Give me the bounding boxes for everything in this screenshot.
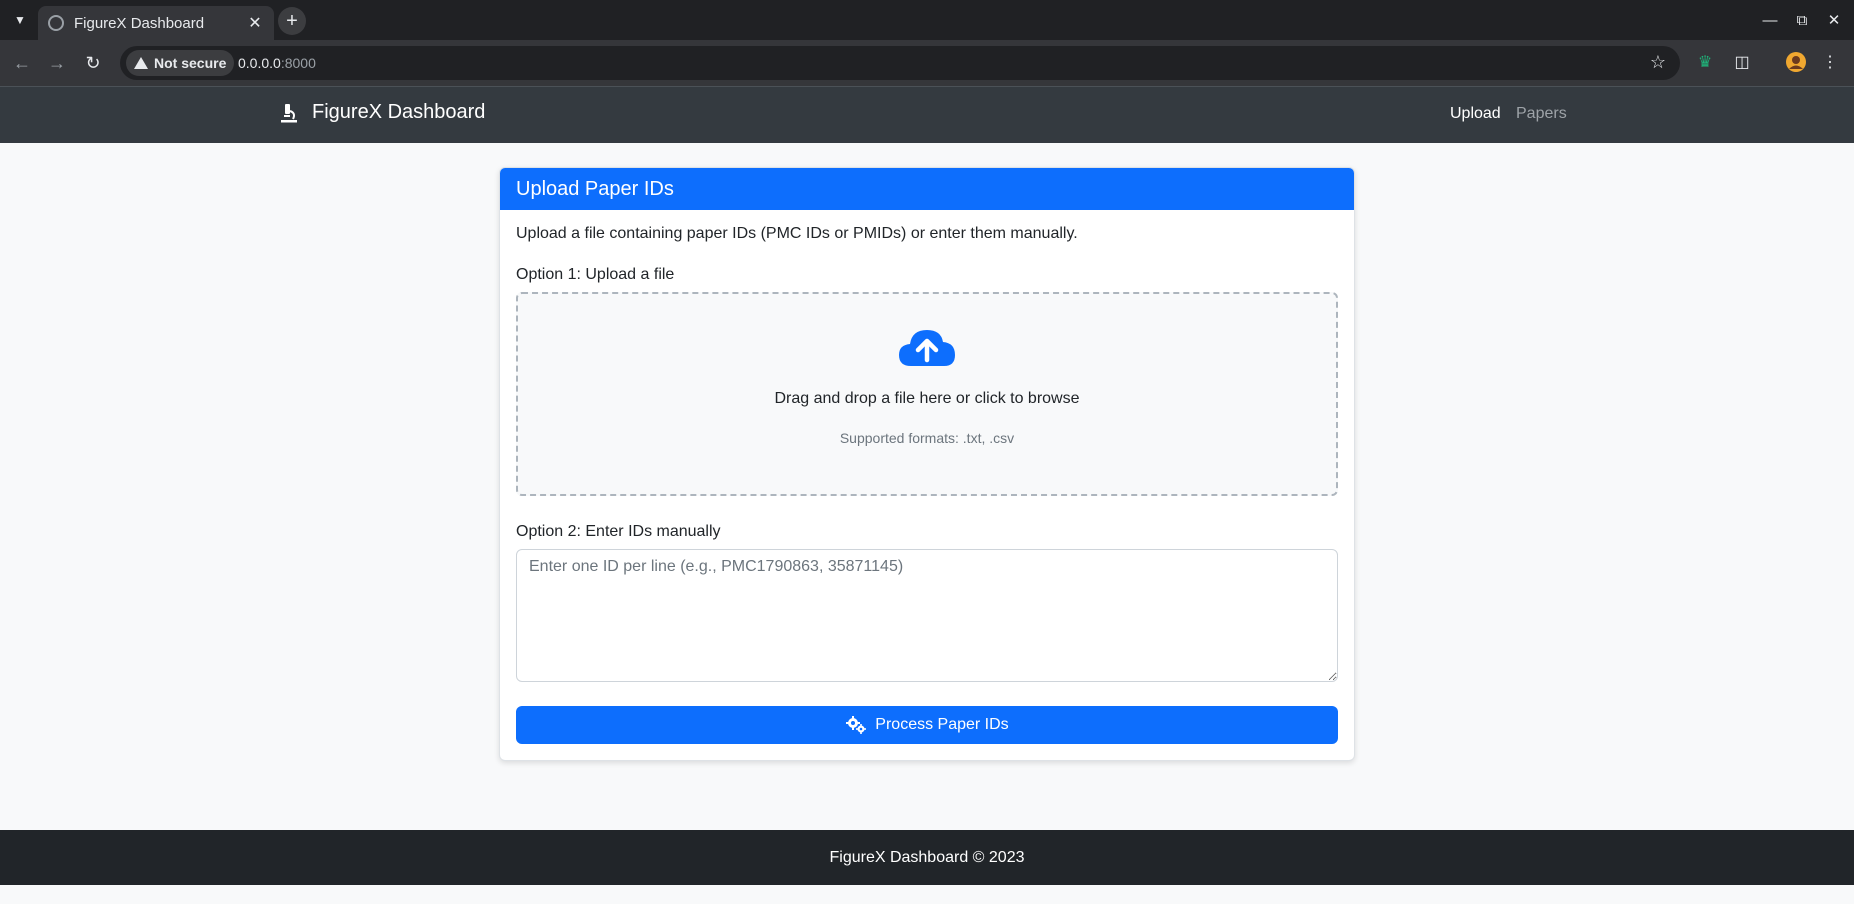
tab-title: FigureX Dashboard: [74, 14, 205, 32]
minimize-icon[interactable]: —: [1758, 8, 1782, 32]
puzzle-icon[interactable]: ◫: [1730, 50, 1754, 74]
option2-label: Option 2: Enter IDs manually: [516, 523, 721, 540]
close-icon[interactable]: ✕: [246, 13, 264, 33]
page-footer: FigureX Dashboard © 2023: [0, 830, 1854, 885]
brand-title: FigureX Dashboard: [312, 101, 486, 123]
url-port: :8000: [280, 55, 316, 71]
bookmark-star-icon[interactable]: ☆: [1650, 52, 1666, 73]
profile-avatar-icon[interactable]: [1784, 50, 1808, 74]
card-title: Upload Paper IDs: [500, 168, 1354, 210]
card-body: Upload a file containing paper IDs (PMC …: [500, 210, 1354, 744]
upload-card: Upload Paper IDs Upload a file containin…: [499, 167, 1355, 761]
browser-toolbar: ← → ↻ Not secure 0.0.0.0:8000 ☆: [0, 40, 1854, 86]
warning-icon: [134, 57, 148, 69]
url-host: 0.0.0.0: [238, 55, 281, 71]
brand-link[interactable]: FigureX Dashboard: [278, 101, 485, 124]
footer-text: FigureX Dashboard © 2023: [829, 849, 1025, 866]
security-chip[interactable]: Not secure: [126, 50, 235, 76]
supported-formats-text: Supported formats: .txt, .csv: [839, 430, 1015, 446]
option1-label: Option 1: Upload a file: [516, 266, 675, 283]
window-close-icon[interactable]: ✕: [1822, 8, 1846, 32]
browser-tabstrip: ▼ FigureX Dashboard ✕ + — ⧉ ✕: [0, 0, 1854, 40]
tab-search-chevron-icon[interactable]: ▼: [8, 8, 32, 32]
security-label: Not secure: [154, 55, 227, 71]
extension-icon[interactable]: ♛: [1693, 50, 1717, 74]
intro-text: Upload a file containing paper IDs (PMC …: [516, 225, 1078, 242]
url-text[interactable]: 0.0.0.0:8000: [238, 55, 316, 71]
nav-link-upload[interactable]: Upload: [1450, 105, 1501, 123]
new-tab-button[interactable]: +: [278, 7, 306, 35]
menu-kebab-icon[interactable]: ⋮: [1818, 50, 1842, 74]
restore-icon[interactable]: ⧉: [1790, 8, 1814, 32]
paper-ids-textarea[interactable]: [516, 549, 1338, 682]
forward-arrow-icon[interactable]: →: [44, 50, 70, 76]
process-paper-ids-button[interactable]: Process Paper IDs: [516, 706, 1338, 744]
app-navbar: FigureX Dashboard Upload Papers: [0, 86, 1854, 143]
cloud-upload-icon: [899, 330, 955, 366]
globe-icon: [48, 15, 64, 31]
back-arrow-icon[interactable]: ←: [9, 50, 35, 76]
process-button-label: Process Paper IDs: [875, 716, 1009, 733]
browser-tab[interactable]: FigureX Dashboard ✕: [38, 6, 274, 40]
file-dropzone[interactable]: Drag and drop a file here or click to br…: [516, 292, 1338, 496]
dropzone-text: Drag and drop a file here or click to br…: [774, 390, 1080, 407]
reload-icon[interactable]: ↻: [80, 50, 106, 76]
gears-icon: [846, 716, 867, 734]
address-bar[interactable]: Not secure 0.0.0.0:8000 ☆: [120, 46, 1680, 80]
nav-link-papers[interactable]: Papers: [1516, 105, 1567, 123]
microscope-icon: [281, 103, 297, 122]
